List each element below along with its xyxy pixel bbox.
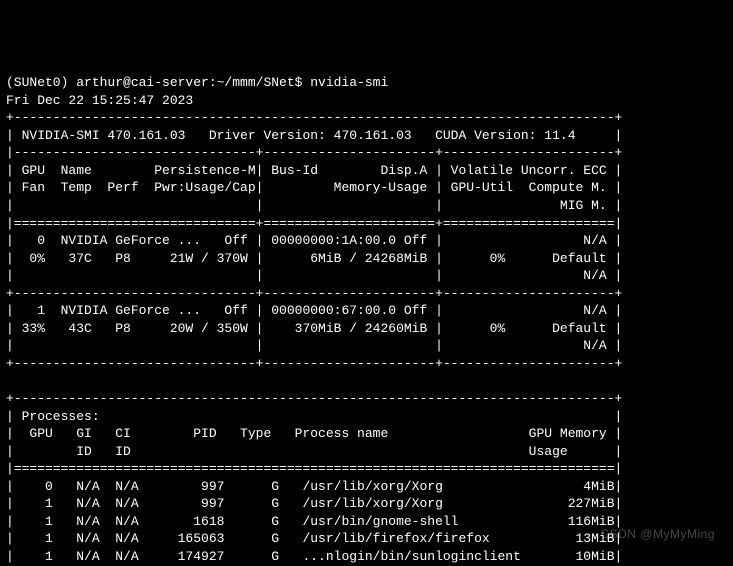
border-sep: |-------------------------------+-------… [6, 145, 622, 160]
border-top: +---------------------------------------… [6, 110, 622, 125]
gpu-rows: | 0 NVIDIA GeForce ... Off | 00000000:1A… [6, 233, 622, 353]
proc-hdr-2: | ID ID Usage | [6, 444, 622, 459]
process-rows: | 0 N/A N/A 997 G /usr/lib/xorg/Xorg 4Mi… [6, 479, 622, 564]
terminal-output: (SUNet0) arthur@cai-server:~/mmm/SNet$ n… [6, 75, 622, 564]
command-text[interactable]: nvidia-smi [310, 75, 388, 90]
shell-prompt: (SUNet0) arthur@cai-server:~/mmm/SNet$ [6, 75, 310, 90]
col-hdr-3: | | | MIG M. | [6, 198, 622, 213]
proc-hdr-1: | GPU GI CI PID Type Process name GPU Me… [6, 426, 622, 441]
border-eq: |===============================+=======… [6, 216, 622, 231]
spacer [6, 373, 622, 388]
border-bottom: +-------------------------------+-------… [6, 356, 622, 371]
header-line: | NVIDIA-SMI 470.161.03 Driver Version: … [6, 128, 622, 143]
timestamp: Fri Dec 22 15:25:47 2023 [6, 93, 193, 108]
border-eq2: |=======================================… [6, 461, 622, 476]
proc-title: | Processes: | [6, 409, 622, 424]
col-hdr-2: | Fan Temp Perf Pwr:Usage/Cap| Memory-Us… [6, 180, 622, 195]
watermark-text: CSDN @MyMyMing [600, 526, 715, 542]
border-top2: +---------------------------------------… [6, 391, 622, 406]
col-hdr-1: | GPU Name Persistence-M| Bus-Id Disp.A … [6, 163, 622, 178]
